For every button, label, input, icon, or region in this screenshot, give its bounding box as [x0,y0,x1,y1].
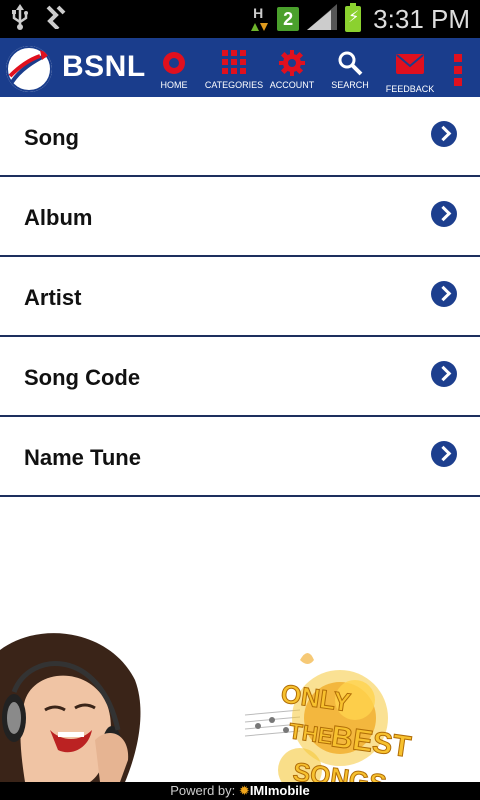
search-icon [337,50,363,81]
list-item-label: Name Tune [24,445,141,470]
list-item-song[interactable]: Song [0,97,480,177]
nav-home-button[interactable]: HOME [144,38,204,97]
usb-icon [10,4,30,34]
nav-categories-button[interactable]: CATEGORIES [204,38,264,97]
battery-icon: ⚡ [345,3,362,32]
gear-icon [279,50,305,81]
powered-by-label: Powerd by: [170,783,236,798]
list-item-label: Album [24,205,93,230]
signal-strength-icon [307,3,338,35]
chevron-right-icon [431,441,457,467]
network-type-icon: H [251,5,269,33]
more-icon [454,54,462,91]
promo-banner-art: ONLY THE BEST SONGS [0,633,413,782]
debug-icon [44,5,66,33]
sim-slot-badge: 2 [277,7,300,31]
status-bar: H 2 ⚡ 3:31 PM [0,0,480,38]
chevron-right-icon [431,281,457,307]
list-item-label: Artist [24,285,82,310]
list-item-song-code[interactable]: Song Code [0,337,480,417]
grid-icon [222,50,246,79]
nav-search-button[interactable]: SEARCH [320,38,380,97]
list-item-label: Song Code [24,365,141,390]
imimobile-logo-icon: ✹ [238,783,250,798]
chevron-right-icon [431,361,457,387]
brand-name: BSNL [62,50,146,83]
nav-more-button[interactable] [440,38,476,97]
nav-feedback-button[interactable]: FEEDBACK [380,38,440,97]
list-item-album[interactable]: Album [0,177,480,257]
list-item-artist[interactable]: Artist [0,257,480,337]
search-options-list: Song Album Artist Song Code Name Tune [0,97,480,497]
list-item-name-tune[interactable]: Name Tune [0,417,480,497]
nav-search-label: SEARCH [331,80,369,90]
powered-by-footer: Powerd by: ✹IMImobile [0,782,480,800]
nav-account-label: ACCOUNT [269,80,315,90]
nav-account-button[interactable]: ACCOUNT [262,38,322,97]
slogan-line: THE [287,718,334,749]
bsnl-logo[interactable]: BSNL [6,44,145,92]
nav-home-label: HOME [160,80,188,90]
promo-banner[interactable]: ONLY THE BEST SONGS [0,630,480,782]
mail-icon [396,54,424,79]
chevron-right-icon [431,121,457,147]
bsnl-logo-emblem [6,46,52,92]
nav-feedback-label: FEEDBACK [385,84,435,94]
chevron-right-icon [431,201,457,227]
clock: 3:31 PM [373,3,470,34]
app-header: BSNL HOME CATEGORIES ACCOUNT SEARCH FEED… [0,38,480,97]
network-type-label: H [253,5,264,21]
home-icon [161,50,187,81]
list-item-label: Song [24,125,79,150]
nav-categories-label: CATEGORIES [204,80,264,90]
powered-by-brand: IMImobile [249,783,310,798]
